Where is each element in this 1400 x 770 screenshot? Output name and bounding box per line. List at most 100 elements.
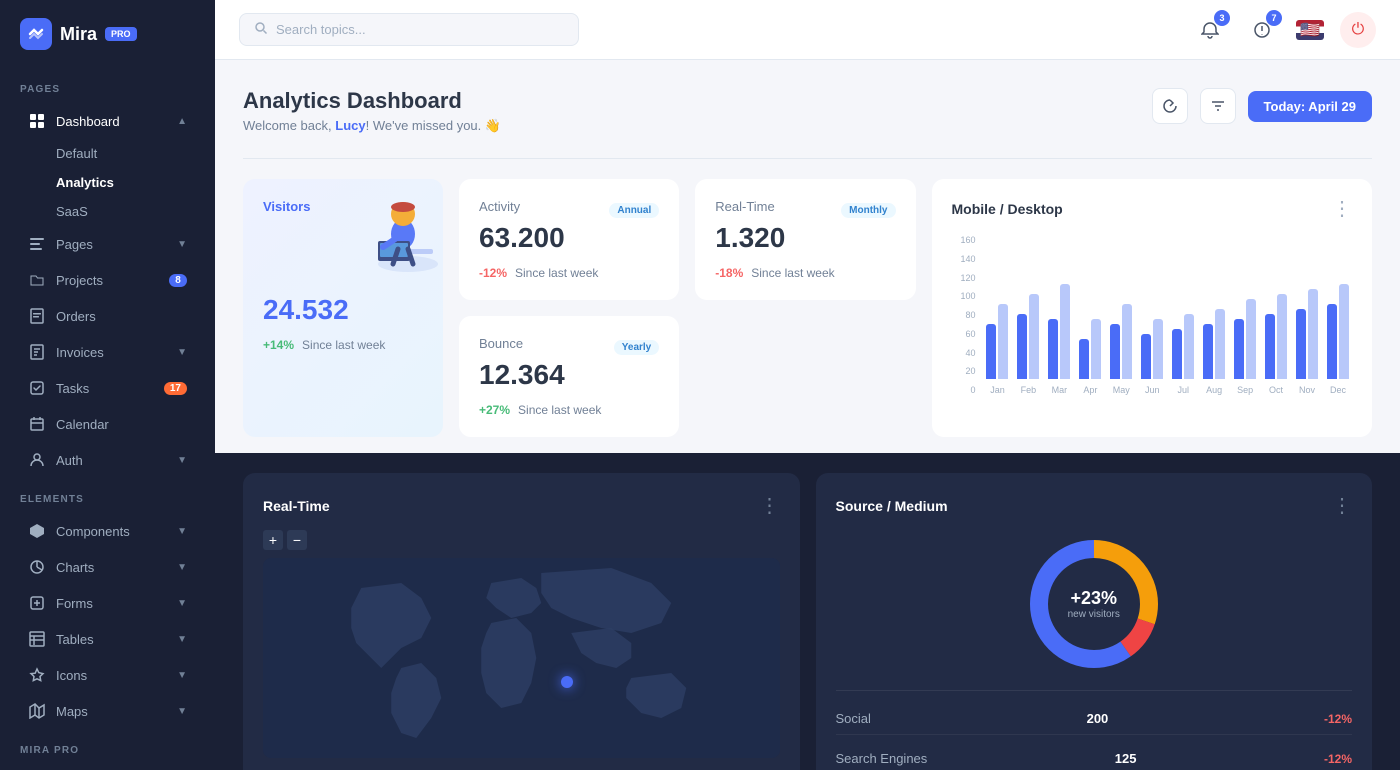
visitors-value: 24.532 — [263, 294, 423, 326]
sidebar-item-tasks[interactable]: Tasks 17 — [8, 371, 207, 405]
bar-label-jun: Jun — [1145, 385, 1160, 395]
bar-dark-nov — [1296, 309, 1306, 379]
source-more-btn[interactable]: ⋮ — [1332, 493, 1352, 518]
forms-chevron: ▼ — [177, 598, 187, 609]
pages-chevron: ▼ — [177, 239, 187, 250]
visitors-change: +14% — [263, 338, 294, 352]
icons-icon — [28, 666, 46, 684]
components-label: Components — [56, 524, 130, 539]
activity-change: -12% — [479, 266, 507, 280]
map-zoom-out[interactable]: − — [287, 530, 307, 550]
tables-chevron: ▼ — [177, 634, 187, 645]
sidebar-item-invoices[interactable]: Invoices ▼ — [8, 335, 207, 369]
auth-chevron: ▼ — [177, 455, 187, 466]
page-title: Analytics Dashboard — [243, 88, 501, 114]
pages-section-label: PAGES — [0, 68, 215, 103]
sidebar-item-dashboard[interactable]: Dashboard ▲ — [8, 104, 207, 138]
bar-light-oct — [1277, 294, 1287, 379]
bar-light-apr — [1091, 319, 1101, 379]
maps-label: Maps — [56, 704, 88, 719]
header-actions: Today: April 29 — [1152, 88, 1372, 124]
sidebar-item-calendar[interactable]: Calendar — [8, 407, 207, 441]
sidebar-item-forms[interactable]: Forms ▼ — [8, 586, 207, 620]
alerts-button[interactable]: 7 — [1244, 12, 1280, 48]
map-zoom-in[interactable]: + — [263, 530, 283, 550]
page-subtitle: Welcome back, Lucy! We've missed you. 👋 — [243, 118, 501, 134]
activity-since: Since last week — [515, 266, 598, 280]
auth-label: Auth — [56, 453, 83, 468]
components-icon — [28, 522, 46, 540]
bar-dark-sep — [1234, 319, 1244, 379]
sidebar: Mira PRO PAGES Dashboard ▲ Default Analy… — [0, 0, 215, 770]
icons-chevron: ▼ — [177, 670, 187, 681]
bar-dark-jan — [986, 324, 996, 379]
sidebar-item-pages[interactable]: Pages ▼ — [8, 227, 207, 261]
charts-icon — [28, 558, 46, 576]
visitors-card: Visitors — [243, 179, 443, 437]
map-more-btn[interactable]: ⋮ — [760, 493, 780, 518]
projects-icon — [28, 271, 46, 289]
page-header: Analytics Dashboard Welcome back, Lucy! … — [243, 88, 1372, 134]
power-button[interactable]: ⏻ — [1340, 12, 1376, 48]
bar-group-jan: Jan — [984, 219, 1012, 395]
bar-dark-aug — [1203, 324, 1213, 379]
bar-label-jan: Jan — [990, 385, 1005, 395]
bar-dark-apr — [1079, 339, 1089, 379]
orders-icon — [28, 307, 46, 325]
forms-label: Forms — [56, 596, 93, 611]
forms-icon — [28, 594, 46, 612]
sidebar-item-charts[interactable]: Charts ▼ — [8, 550, 207, 584]
bar-group-apr: Apr — [1076, 219, 1104, 395]
bounce-change: +27% — [479, 403, 510, 417]
bar-dark-feb — [1017, 314, 1027, 379]
sidebar-item-icons[interactable]: Icons ▼ — [8, 658, 207, 692]
bounce-label: Bounce — [479, 336, 523, 351]
bar-light-dec — [1339, 284, 1349, 379]
sidebar-item-tables[interactable]: Tables ▼ — [8, 622, 207, 656]
dashboard-label: Dashboard — [56, 114, 120, 129]
tables-icon — [28, 630, 46, 648]
activity-badge: Annual — [609, 203, 659, 218]
realtime-since: Since last week — [751, 266, 834, 280]
icons-label: Icons — [56, 668, 87, 683]
search-box[interactable] — [239, 13, 579, 46]
sidebar-item-components[interactable]: Components ▼ — [8, 514, 207, 548]
search-input[interactable] — [276, 22, 564, 37]
bar-dark-mar — [1048, 319, 1058, 379]
sidebar-item-maps[interactable]: Maps ▼ — [8, 694, 207, 728]
bar-label-may: May — [1113, 385, 1130, 395]
sidebar-item-orders[interactable]: Orders — [8, 299, 207, 333]
notifications-button[interactable]: 3 — [1192, 12, 1228, 48]
dashboard-chevron: ▲ — [177, 116, 187, 127]
pages-icon — [28, 235, 46, 253]
realtime-label: Real-Time — [715, 199, 774, 214]
tasks-badge: 17 — [164, 382, 187, 395]
tables-label: Tables — [56, 632, 94, 647]
filter-button[interactable] — [1200, 88, 1236, 124]
app-name: Mira — [60, 24, 97, 45]
sidebar-sub-analytics[interactable]: Analytics — [8, 169, 207, 196]
donut-pct: +23% — [1068, 588, 1120, 609]
bar-group-jul: Jul — [1169, 219, 1197, 395]
bar-dark-may — [1110, 324, 1120, 379]
sidebar-item-auth[interactable]: Auth ▼ — [8, 443, 207, 477]
today-button[interactable]: Today: April 29 — [1248, 91, 1372, 122]
pages-label: Pages — [56, 237, 93, 252]
sidebar-sub-default[interactable]: Default — [8, 140, 207, 167]
donut-label: new visitors — [1068, 609, 1120, 620]
logo: Mira PRO — [0, 0, 215, 68]
sidebar-item-projects[interactable]: Projects 8 — [8, 263, 207, 297]
chart-more-btn[interactable]: ⋮ — [1332, 199, 1352, 219]
language-selector[interactable]: 🇺🇸 — [1296, 20, 1324, 40]
mobile-desktop-card: Mobile / Desktop ⋮ 160140120100806040200… — [932, 179, 1373, 437]
bar-light-jul — [1184, 314, 1194, 379]
calendar-label: Calendar — [56, 417, 109, 432]
bar-label-feb: Feb — [1021, 385, 1037, 395]
bar-label-dec: Dec — [1330, 385, 1346, 395]
orders-label: Orders — [56, 309, 96, 324]
sidebar-sub-saas[interactable]: SaaS — [8, 198, 207, 225]
refresh-button[interactable] — [1152, 88, 1188, 124]
visitors-since: Since last week — [302, 338, 385, 352]
realtime-badge: Monthly — [841, 203, 895, 218]
content: Analytics Dashboard Welcome back, Lucy! … — [215, 60, 1400, 770]
